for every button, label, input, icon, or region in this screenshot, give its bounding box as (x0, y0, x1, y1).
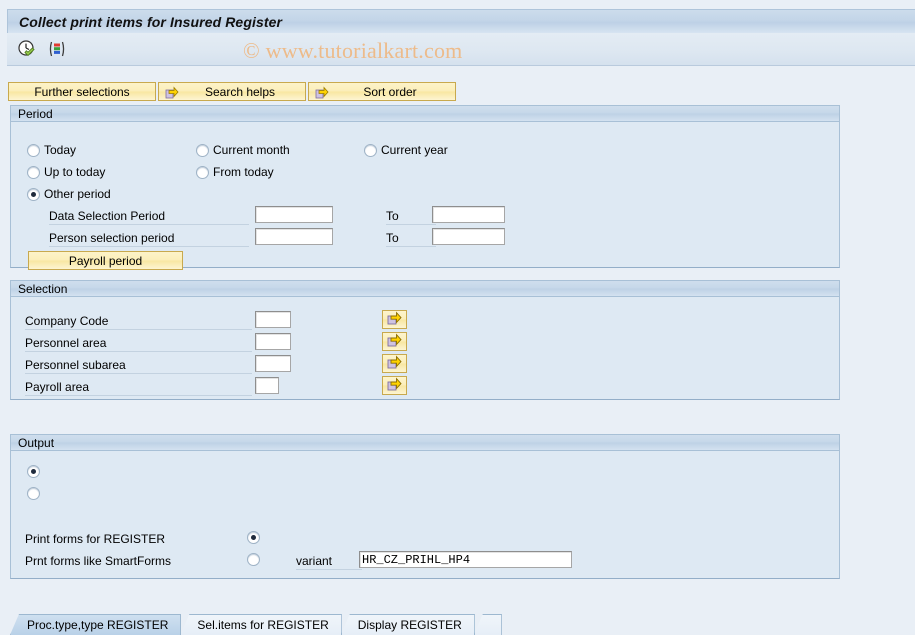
radio-from-today[interactable]: From today (196, 165, 274, 179)
radio-current-month[interactable]: Current month (196, 143, 290, 157)
company-code-input[interactable] (255, 311, 291, 328)
radio-from-today-dot[interactable] (196, 165, 209, 179)
company-code-multi-select-button[interactable] (382, 310, 407, 329)
radio-current-month-label: Current month (213, 143, 290, 157)
selection-group-title: Selection (18, 281, 68, 296)
selection-group-header: Selection (11, 281, 839, 297)
radio-other-period-dot[interactable] (27, 187, 40, 201)
tab-proc-type-register-label: Proc.type,type REGISTER (27, 618, 169, 632)
radio-current-year[interactable]: Current year (364, 143, 448, 157)
search-helps-button[interactable]: Search helps (158, 82, 306, 101)
output-group-header: Output (11, 435, 839, 451)
output-option-1[interactable] (27, 465, 44, 478)
radio-up-to-today-label: Up to today (44, 165, 106, 179)
payroll-area-label: Payroll area (25, 380, 252, 396)
tab-proc-type-register[interactable]: Proc.type,type REGISTER (10, 614, 182, 635)
payroll-period-label: Payroll period (68, 253, 143, 268)
radio-current-year-dot[interactable] (364, 143, 377, 157)
output-option-2-dot[interactable] (27, 487, 40, 500)
payroll-area-multi-select-button[interactable] (382, 376, 407, 395)
tab-display-register[interactable]: Display REGISTER (340, 614, 475, 635)
print-forms-smartforms-label: Prnt forms like SmartForms (25, 554, 172, 568)
person-selection-period-to-label: To (386, 231, 436, 247)
radio-today-dot[interactable] (27, 143, 40, 157)
output-group: Output Print forms for REGISTER Prnt for… (10, 434, 840, 579)
further-selections-button[interactable]: Further selections (8, 82, 156, 101)
payroll-period-button[interactable]: Payroll period (28, 251, 183, 270)
sort-order-button[interactable]: Sort order (308, 82, 456, 101)
personnel-area-multi-select-button[interactable] (382, 332, 407, 351)
payroll-area-input[interactable] (255, 377, 279, 394)
print-forms-register-radio[interactable] (247, 531, 260, 544)
output-option-2[interactable] (27, 487, 44, 500)
tab-sel-items-for-register[interactable]: Sel.items for REGISTER (180, 614, 342, 635)
person-selection-period-label: Person selection period (49, 231, 249, 247)
personnel-subarea-input[interactable] (255, 355, 291, 372)
tab-display-register-label: Display REGISTER (357, 618, 462, 632)
data-selection-period-to-input[interactable] (432, 206, 505, 223)
radio-today-label: Today (44, 143, 77, 157)
data-selection-period-to-label: To (386, 209, 436, 225)
period-group-header: Period (11, 106, 839, 122)
page-title: Collect print items for Insured Register (19, 13, 283, 30)
multi-select-arrow-icon (387, 377, 402, 394)
arrow-right-icon (165, 85, 179, 99)
person-selection-period-from-input[interactable] (255, 228, 333, 245)
radio-up-to-today-dot[interactable] (27, 165, 40, 179)
variant-bars-icon[interactable] (46, 38, 68, 60)
personnel-subarea-label: Personnel subarea (25, 358, 252, 374)
search-helps-label: Search helps (204, 84, 276, 99)
multi-select-arrow-icon (387, 311, 402, 328)
window-title-bar: Collect print items for Insured Register (7, 9, 915, 33)
company-code-label: Company Code (25, 314, 252, 330)
tab-sel-items-for-register-label: Sel.items for REGISTER (197, 618, 329, 632)
radio-from-today-label: From today (213, 165, 274, 179)
person-selection-period-to-input[interactable] (432, 228, 505, 245)
period-group-title: Period (18, 106, 53, 121)
radio-today[interactable]: Today (27, 143, 76, 157)
personnel-area-label: Personnel area (25, 336, 252, 352)
data-selection-period-from-input[interactable] (255, 206, 333, 223)
personnel-subarea-multi-select-button[interactable] (382, 354, 407, 373)
radio-other-period[interactable]: Other period (27, 187, 111, 201)
execute-clock-check-icon[interactable] (16, 38, 38, 60)
tab-overflow-stub[interactable] (473, 614, 502, 635)
personnel-area-input[interactable] (255, 333, 291, 350)
output-option-1-dot[interactable] (27, 465, 40, 478)
variant-input[interactable] (359, 551, 572, 568)
application-toolbar (7, 33, 915, 66)
multi-select-arrow-icon (387, 355, 402, 372)
sort-order-label: Sort order (363, 84, 417, 99)
selection-group: Selection Company Code Personnel area Pe… (10, 280, 840, 400)
selection-action-buttons: Further selections Search helps Sort ord… (8, 82, 456, 101)
print-forms-register-label: Print forms for REGISTER (25, 532, 166, 546)
bottom-tab-strip: Proc.type,type REGISTER Sel.items for RE… (10, 612, 502, 635)
period-group: Period Today Current month Current year … (10, 105, 840, 270)
further-selections-label: Further selections (34, 84, 130, 99)
data-selection-period-label: Data Selection Period (49, 209, 249, 225)
multi-select-arrow-icon (387, 333, 402, 350)
radio-up-to-today[interactable]: Up to today (27, 165, 105, 179)
output-group-title: Output (18, 435, 55, 450)
radio-current-year-label: Current year (381, 143, 448, 157)
print-forms-smartforms-radio[interactable] (247, 553, 260, 566)
variant-label: variant (296, 554, 362, 570)
radio-other-period-label: Other period (44, 187, 111, 201)
arrow-right-icon (315, 85, 329, 99)
radio-current-month-dot[interactable] (196, 143, 209, 157)
